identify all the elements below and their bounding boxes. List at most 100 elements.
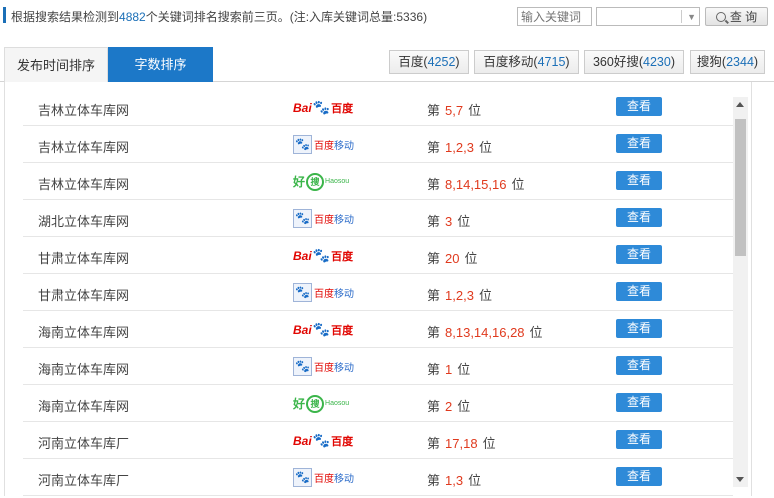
rank-info: 第 1,2,3 位 (427, 137, 492, 156)
view-button[interactable]: 查看 (616, 208, 662, 227)
scroll-down-arrow-icon[interactable] (736, 477, 744, 482)
rank-prefix: 第 (427, 140, 441, 155)
rank-positions: 8,14,15,16 (445, 177, 507, 192)
haosou-logo-icon: 好 搜 Haosou (293, 171, 355, 192)
logo-du-text: 百度 (331, 324, 354, 337)
rank-info: 第2位 (427, 396, 470, 415)
list-scrollbar[interactable] (733, 97, 748, 487)
result-summary: 根据搜索结果检测到4882个关键词排名搜索前三页。(注:入库关键词总量:5336… (11, 8, 427, 25)
paw-icon: 🐾 (312, 321, 331, 337)
table-row: 湖北立体车库网 🐾 百度 移动 第 3 位 查看 (23, 200, 733, 237)
baidu-mobile-logo-icon: 🐾 百度 移动 (293, 208, 355, 229)
chevron-down-icon: ▼ (687, 12, 696, 22)
rank-prefix: 第 (427, 473, 441, 488)
logo-mobile-text: 移动 (334, 363, 354, 374)
logo-sou-mark: 搜 (306, 172, 325, 191)
rank-prefix: 第 (427, 177, 441, 192)
baidu-mobile-logo-icon: 🐾 百度 移动 (293, 356, 355, 377)
table-row: 吉林立体车库网 🐾 百度 移动 第 1,2,3 位 查看 (23, 126, 733, 163)
keyword-count: 4882 (119, 10, 146, 24)
rank-positions: 1,2,3 (445, 140, 474, 155)
info-bar: 根据搜索结果检测到4882个关键词排名搜索前三页。(注:入库关键词总量:5336… (0, 0, 774, 34)
engine-filter-baidu-mobile[interactable]: 百度移动(4715) (474, 50, 579, 74)
view-button[interactable]: 查看 (616, 393, 662, 412)
site-name: 湖北立体车库网 (38, 214, 130, 229)
logo-baidu-text: 百度 (314, 474, 334, 485)
view-button[interactable]: 查看 (616, 245, 662, 264)
engine-filter-360[interactable]: 360好搜(4230) (584, 50, 684, 74)
view-button[interactable]: 查看 (616, 467, 662, 486)
logo-hao-text: 好 (293, 175, 306, 189)
haosou-logo-icon: 好 搜 Haosou (293, 393, 355, 414)
paw-icon: 🐾 (293, 357, 312, 376)
rank-positions: 1,2,3 (445, 288, 474, 303)
keyword-input[interactable] (517, 7, 592, 26)
logo-haosou-text: Haosou (325, 178, 350, 185)
engine-count: 4230 (643, 55, 671, 69)
site-name: 海南立体车库网 (38, 399, 130, 414)
rank-suffix: 位 (529, 325, 543, 340)
rank-positions: 1 (445, 362, 453, 377)
baidu-mobile-logo-icon: 🐾 百度 移动 (293, 134, 355, 155)
baidu-logo-icon: Bai 🐾 百度 (293, 430, 355, 451)
engine-label: 百度 (398, 55, 424, 69)
table-row: 甘肃立体车库网 Bai 🐾 百度 第 20 位 查看 (23, 237, 733, 274)
scroll-up-arrow-icon[interactable] (736, 102, 744, 107)
tab-publish-time[interactable]: 发布时间排序 (4, 47, 108, 82)
site-name: 河南立体车库厂 (38, 473, 130, 488)
rank-prefix: 第 (427, 362, 441, 377)
site-name: 吉林立体车库网 (38, 140, 130, 155)
logo-mobile-text: 移动 (334, 141, 354, 152)
paw-icon: 🐾 (293, 283, 312, 302)
rank-info: 第 8,13,14,16,28 位 (427, 322, 543, 341)
logo-bai-text: Bai (293, 322, 312, 337)
engine-filter-baidu[interactable]: 百度(4252) (389, 50, 469, 74)
rank-positions: 20 (445, 251, 460, 266)
paw-icon: 🐾 (312, 99, 331, 115)
rank-suffix: 位 (457, 362, 471, 377)
view-button[interactable]: 查看 (616, 319, 662, 338)
paw-icon: 🐾 (293, 209, 312, 228)
logo-bai-text: Bai (293, 248, 312, 263)
rank-prefix: 第 (427, 436, 441, 451)
baidu-logo-icon: Bai 🐾 百度 (293, 245, 355, 266)
logo-bai-text: Bai (293, 100, 312, 115)
rank-suffix: 位 (482, 436, 496, 451)
search-button[interactable]: 查 询 (705, 7, 768, 26)
logo-mobile-text: 移动 (334, 215, 354, 226)
paw-icon: 🐾 (293, 468, 312, 487)
summary-suffix: 个关键词排名搜索前三页。(注:入库关键词总量:5336) (145, 10, 428, 24)
view-button[interactable]: 查看 (616, 282, 662, 301)
site-name: 吉林立体车库网 (38, 177, 130, 192)
site-name: 吉林立体车库网 (38, 103, 130, 118)
logo-mobile-text: 移动 (334, 289, 354, 300)
site-name: 河南立体车库厂 (38, 436, 130, 451)
logo-hao-text: 好 (293, 397, 306, 411)
engine-label: 搜狗 (696, 55, 722, 69)
view-button[interactable]: 查看 (616, 97, 662, 116)
view-button[interactable]: 查看 (616, 430, 662, 449)
tab-word-count[interactable]: 字数排序 (108, 47, 213, 82)
rank-suffix: 位 (468, 103, 482, 118)
view-button[interactable]: 查看 (616, 134, 662, 153)
rank-positions: 17,18 (445, 436, 478, 451)
logo-sou-mark: 搜 (306, 394, 325, 413)
baidu-mobile-logo-icon: 🐾 百度 移动 (293, 467, 355, 488)
engine-select[interactable]: ▼ (596, 7, 700, 26)
engine-label: 百度移动 (483, 55, 534, 69)
scroll-thumb[interactable] (735, 119, 746, 256)
engine-filter-sogou[interactable]: 搜狗(2344) (690, 50, 765, 74)
site-name: 海南立体车库网 (38, 362, 130, 377)
summary-prefix: 根据搜索结果检测到 (11, 10, 120, 24)
site-name: 甘肃立体车库网 (38, 288, 130, 303)
baidu-logo-icon: Bai 🐾 百度 (293, 319, 355, 340)
rank-positions: 5,7 (445, 103, 464, 118)
view-button[interactable]: 查看 (616, 171, 662, 190)
table-row: 河南立体车库厂 🐾 百度 移动 第 1,3 位 查看 (23, 459, 733, 496)
table-row: 甘肃立体车库网 🐾 百度 移动 第 1,2,3 位 查看 (23, 274, 733, 311)
engine-count: 2344 (726, 55, 754, 69)
rank-suffix: 位 (468, 473, 482, 488)
rank-suffix: 位 (478, 140, 492, 155)
view-button[interactable]: 查看 (616, 356, 662, 375)
rank-info: 第 20 位 (427, 248, 478, 267)
